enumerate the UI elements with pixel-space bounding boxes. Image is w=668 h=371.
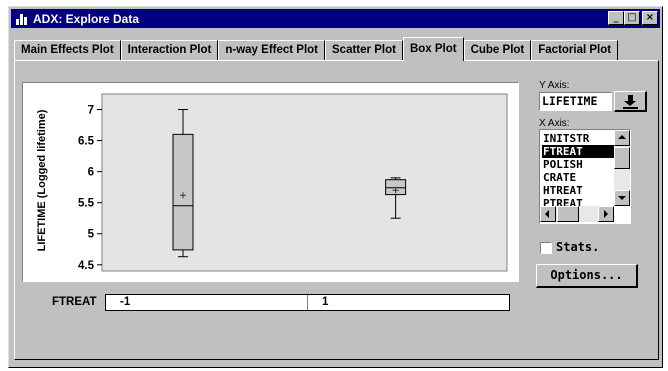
y-axis-caption: Y Axis: <box>539 80 570 91</box>
x-axis-option[interactable]: POLISH <box>542 158 614 171</box>
tab-scatter-plot[interactable]: Scatter Plot <box>325 40 403 61</box>
y-tick-label: 6 <box>88 167 94 179</box>
down-arrow-icon <box>618 196 626 200</box>
scroll-left-button[interactable] <box>540 206 556 222</box>
title-bar[interactable]: ADX: Explore Data _ □ × <box>11 9 660 28</box>
x-axis-listbox[interactable]: INITSTR FTREAT POLISH CRATE HTREAT PTREAT <box>539 129 631 224</box>
tab-n-way-effect-plot[interactable]: n-way Effect Plot <box>218 40 326 61</box>
vertical-scroll-thumb[interactable] <box>614 147 630 169</box>
x-axis-option[interactable]: HTREAT <box>542 184 614 197</box>
box-plot-frame: 7 6.5 6 5.5 5 4.5 LIFETIME (Logged lifetime) <box>22 82 519 282</box>
minimize-button[interactable]: _ <box>608 11 624 25</box>
y-tick-label: 5.5 <box>78 198 95 210</box>
scroll-up-button[interactable] <box>614 130 630 146</box>
box-plot-chart: 7 6.5 6 5.5 5 4.5 LIFETIME (Logged lifetime) <box>36 93 508 272</box>
options-button[interactable]: Options... <box>536 264 638 288</box>
chart-app-icon <box>15 12 29 26</box>
y-axis-field[interactable]: LIFETIME <box>539 92 612 111</box>
tab-main-effects-plot[interactable]: Main Effects Plot <box>14 40 121 61</box>
scroll-down-button[interactable] <box>614 190 630 206</box>
x-axis-caption: X Axis: <box>539 118 570 129</box>
y-tick-label: 7 <box>88 105 94 117</box>
tab-factorial-plot[interactable]: Factorial Plot <box>531 40 619 61</box>
horizontal-scrollbar[interactable] <box>540 206 614 222</box>
left-arrow-icon <box>545 210 549 218</box>
y-tick-label: 6.5 <box>78 136 95 148</box>
x-axis-option[interactable]: FTREAT <box>542 145 614 158</box>
box <box>172 133 194 251</box>
tab-cube-plot[interactable]: Cube Plot <box>463 40 532 61</box>
y-axis-label: LIFETIME (Logged lifetime) <box>36 109 48 251</box>
tab-strip: Main Effects Plot Interaction Plot n-way… <box>14 37 619 61</box>
stats-label: Stats. <box>556 240 600 254</box>
factor-level-strip: -1 1 <box>105 294 510 311</box>
right-arrow-icon <box>604 210 608 218</box>
x-axis-option[interactable]: CRATE <box>542 171 614 184</box>
factor-level-cell: 1 <box>307 295 509 310</box>
plot-area <box>101 93 508 272</box>
y-tick-label: 5 <box>88 229 95 241</box>
tab-box-plot[interactable]: Box Plot <box>402 37 464 61</box>
close-button[interactable]: × <box>642 11 658 25</box>
horizontal-scroll-thumb[interactable] <box>557 206 579 222</box>
x-axis-option[interactable]: INITSTR <box>542 132 614 145</box>
scroll-right-button[interactable] <box>598 206 614 222</box>
y-tick-label: 4.5 <box>78 260 95 272</box>
up-arrow-icon <box>618 135 626 139</box>
factor-level-cell: -1 <box>120 296 131 308</box>
maximize-button[interactable]: □ <box>624 11 640 25</box>
vertical-scrollbar[interactable] <box>614 130 630 206</box>
window-title: ADX: Explore Data <box>33 11 140 26</box>
stats-checkbox[interactable] <box>540 242 552 254</box>
factor-label: FTREAT <box>52 296 97 308</box>
tab-interaction-plot[interactable]: Interaction Plot <box>120 40 219 61</box>
y-axis-select-button[interactable] <box>614 91 647 112</box>
